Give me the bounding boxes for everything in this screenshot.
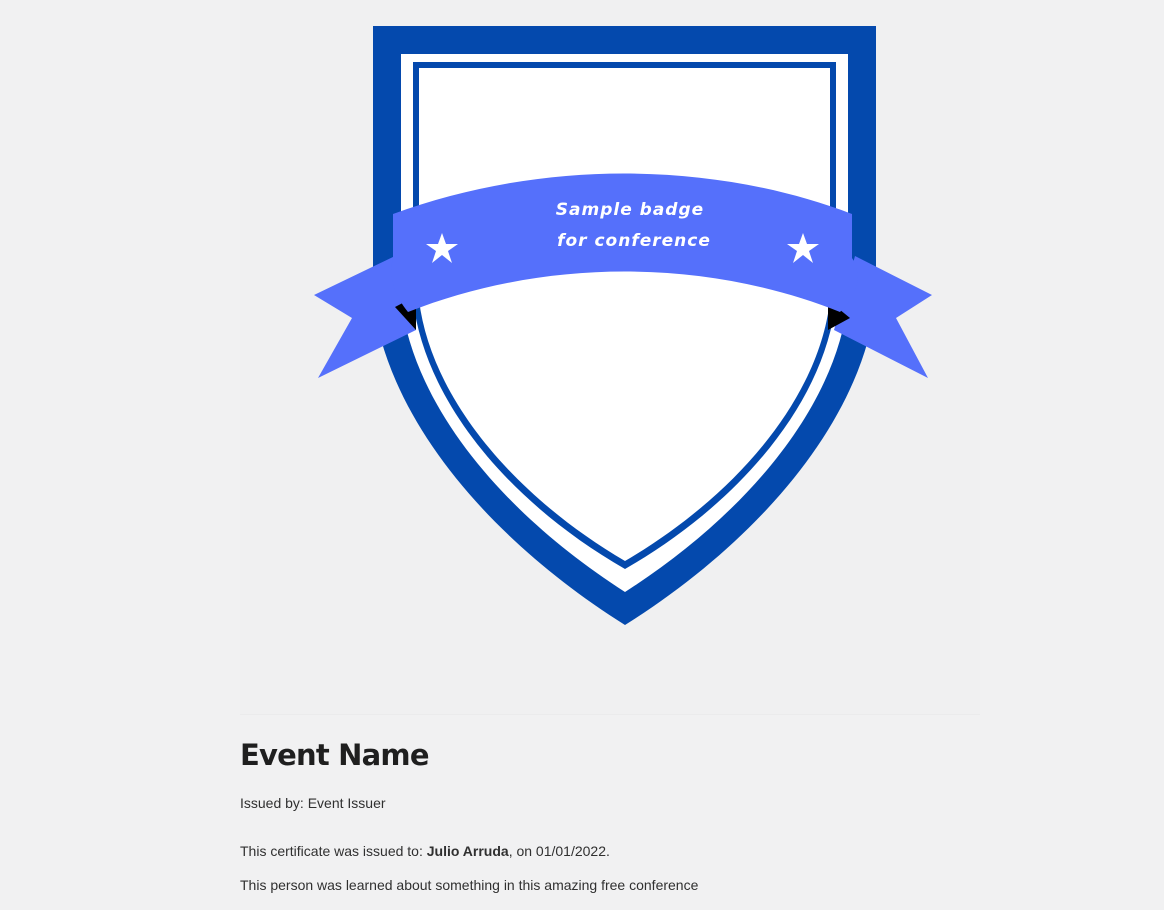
ribbon-text-line1: Sample badge (556, 200, 704, 220)
ribbon-text-line2: for conference (557, 231, 711, 251)
issuer-prefix: Issued by: (240, 795, 308, 811)
event-title: Event Name (240, 738, 430, 772)
certificate-statement: This certificate was issued to: Julio Ar… (240, 842, 980, 860)
conference-badge-image: Sample badge for conference (314, 26, 932, 625)
certificate-description: This person was learned about something … (240, 877, 699, 893)
issuer-name: Event Issuer (307, 795, 386, 811)
issuer-line: Issued by: Event Issuer (240, 794, 980, 812)
certificate-details: Event Name Issued by: Event Issuer This … (240, 736, 980, 894)
certificate-page: Sample badge for conference Event Name I… (0, 0, 1164, 910)
badge-image-panel: Sample badge for conference (240, 0, 980, 715)
certificate-prefix: This certificate was issued to: (240, 843, 427, 859)
certificate-date: , on 01/01/2022. (508, 843, 610, 859)
recipient-name: Julio Arruda (426, 843, 509, 859)
